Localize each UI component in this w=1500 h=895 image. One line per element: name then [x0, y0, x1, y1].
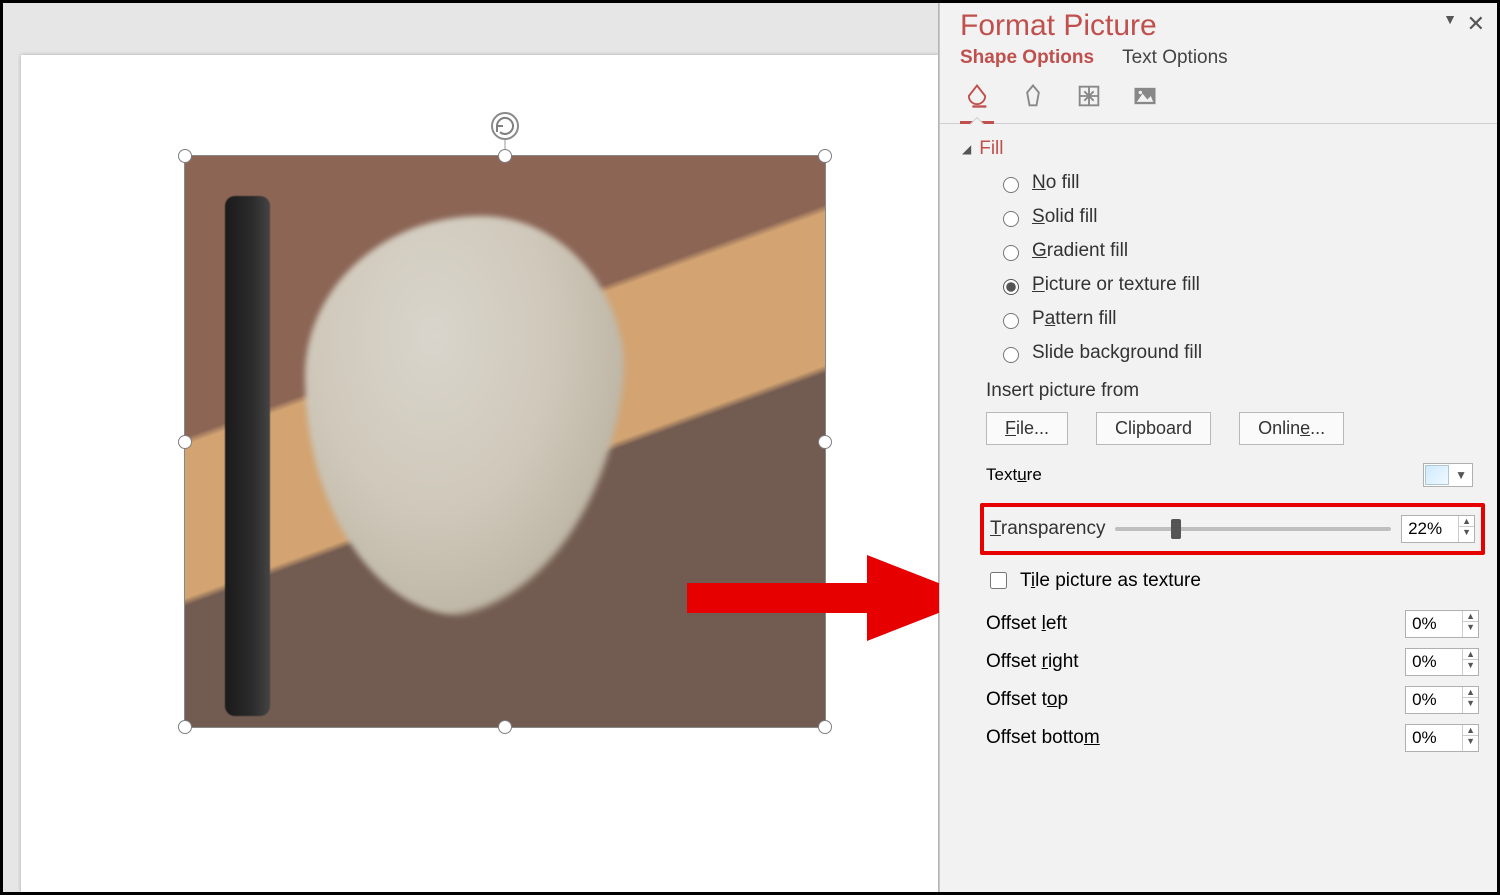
section-fill-label: Fill [979, 138, 1003, 160]
radio-slide-bg-fill[interactable]: Slide background fill [998, 342, 1479, 364]
texture-picker[interactable]: ▼ [1423, 463, 1473, 487]
resize-handle-nw[interactable] [178, 149, 192, 163]
transparency-spinner[interactable]: ▲ ▼ [1401, 515, 1475, 543]
radio-pattern-fill[interactable]: Pattern fill [998, 308, 1479, 330]
transparency-row: Transparency ▲ ▼ [980, 503, 1485, 555]
offset-left-label: Offset left [986, 613, 1067, 635]
panel-category-icons [940, 69, 1497, 124]
slider-thumb[interactable] [1171, 519, 1181, 539]
offset-bottom-label: Offset bottom [986, 727, 1100, 749]
offset-left-input[interactable] [1406, 611, 1462, 637]
offset-bottom-input[interactable] [1406, 725, 1462, 751]
spin-down-icon[interactable]: ▼ [1463, 660, 1478, 670]
transparency-value-input[interactable] [1402, 516, 1458, 542]
format-picture-panel: Format Picture ▼ ✕ Shape Options Text Op… [939, 3, 1497, 892]
texture-swatch-icon [1425, 465, 1449, 485]
offset-right-input[interactable] [1406, 649, 1462, 675]
resize-handle-n[interactable] [498, 149, 512, 163]
panel-move-icon[interactable]: ▼ [1443, 11, 1457, 27]
clipboard-button[interactable]: Clipboard [1096, 412, 1211, 445]
section-fill[interactable]: Fill [962, 138, 1479, 160]
file-button[interactable]: File... [986, 412, 1068, 445]
offset-bottom-spinner[interactable]: ▲▼ [1405, 724, 1479, 752]
panel-scroll-area[interactable]: Fill No fill Solid fill Gradient fill Pi… [940, 124, 1497, 892]
chevron-down-icon: ▼ [1451, 468, 1471, 482]
close-icon[interactable]: ✕ [1467, 11, 1485, 37]
offset-bottom-row: Offset bottom ▲▼ [986, 724, 1479, 752]
spin-up-icon[interactable]: ▲ [1463, 687, 1478, 698]
resize-handle-s[interactable] [498, 720, 512, 734]
slide-canvas [3, 3, 939, 892]
spin-up-icon[interactable]: ▲ [1463, 611, 1478, 622]
radio-no-fill[interactable]: No fill [998, 172, 1479, 194]
offset-left-row: Offset left ▲▼ [986, 610, 1479, 638]
panel-header: Format Picture ▼ ✕ [940, 3, 1497, 43]
offset-top-row: Offset top ▲▼ [986, 686, 1479, 714]
tile-checkbox[interactable]: Tile picture as texture [986, 569, 1479, 592]
spin-down-icon[interactable]: ▼ [1463, 622, 1478, 632]
resize-handle-se[interactable] [818, 720, 832, 734]
offset-left-spinner[interactable]: ▲▼ [1405, 610, 1479, 638]
slide[interactable] [21, 55, 939, 892]
spin-down-icon[interactable]: ▼ [1459, 527, 1474, 537]
rotate-handle[interactable] [491, 112, 519, 140]
offset-top-spinner[interactable]: ▲▼ [1405, 686, 1479, 714]
spin-up-icon[interactable]: ▲ [1463, 649, 1478, 660]
offset-top-input[interactable] [1406, 687, 1462, 713]
selected-picture-shape[interactable] [184, 155, 826, 728]
texture-label: Texture [986, 465, 1042, 485]
radio-picture-fill[interactable]: Picture or texture fill [998, 274, 1479, 296]
effects-icon[interactable] [1016, 79, 1050, 113]
spin-up-icon[interactable]: ▲ [1463, 725, 1478, 736]
transparency-label: Transparency [990, 518, 1105, 540]
insert-picture-from-label: Insert picture from [986, 380, 1479, 402]
offset-right-label: Offset right [986, 651, 1079, 673]
tab-shape-options[interactable]: Shape Options [960, 47, 1094, 69]
size-properties-icon[interactable] [1072, 79, 1106, 113]
transparency-slider[interactable] [1115, 527, 1391, 531]
online-button[interactable]: Online... [1239, 412, 1344, 445]
resize-handle-e[interactable] [818, 435, 832, 449]
resize-handle-sw[interactable] [178, 720, 192, 734]
offset-right-row: Offset right ▲▼ [986, 648, 1479, 676]
spin-down-icon[interactable]: ▼ [1463, 698, 1478, 708]
panel-tabs: Shape Options Text Options [940, 43, 1497, 69]
spin-down-icon[interactable]: ▼ [1463, 736, 1478, 746]
tab-text-options[interactable]: Text Options [1122, 47, 1228, 69]
panel-title: Format Picture [960, 9, 1483, 43]
resize-handle-w[interactable] [178, 435, 192, 449]
fill-line-icon[interactable] [960, 79, 994, 113]
resize-handle-ne[interactable] [818, 149, 832, 163]
picture-icon[interactable] [1128, 79, 1162, 113]
radio-gradient-fill[interactable]: Gradient fill [998, 240, 1479, 262]
offset-right-spinner[interactable]: ▲▼ [1405, 648, 1479, 676]
fill-radio-group: No fill Solid fill Gradient fill Picture… [962, 172, 1479, 364]
radio-solid-fill[interactable]: Solid fill [998, 206, 1479, 228]
offset-top-label: Offset top [986, 689, 1068, 711]
spin-up-icon[interactable]: ▲ [1459, 516, 1474, 527]
